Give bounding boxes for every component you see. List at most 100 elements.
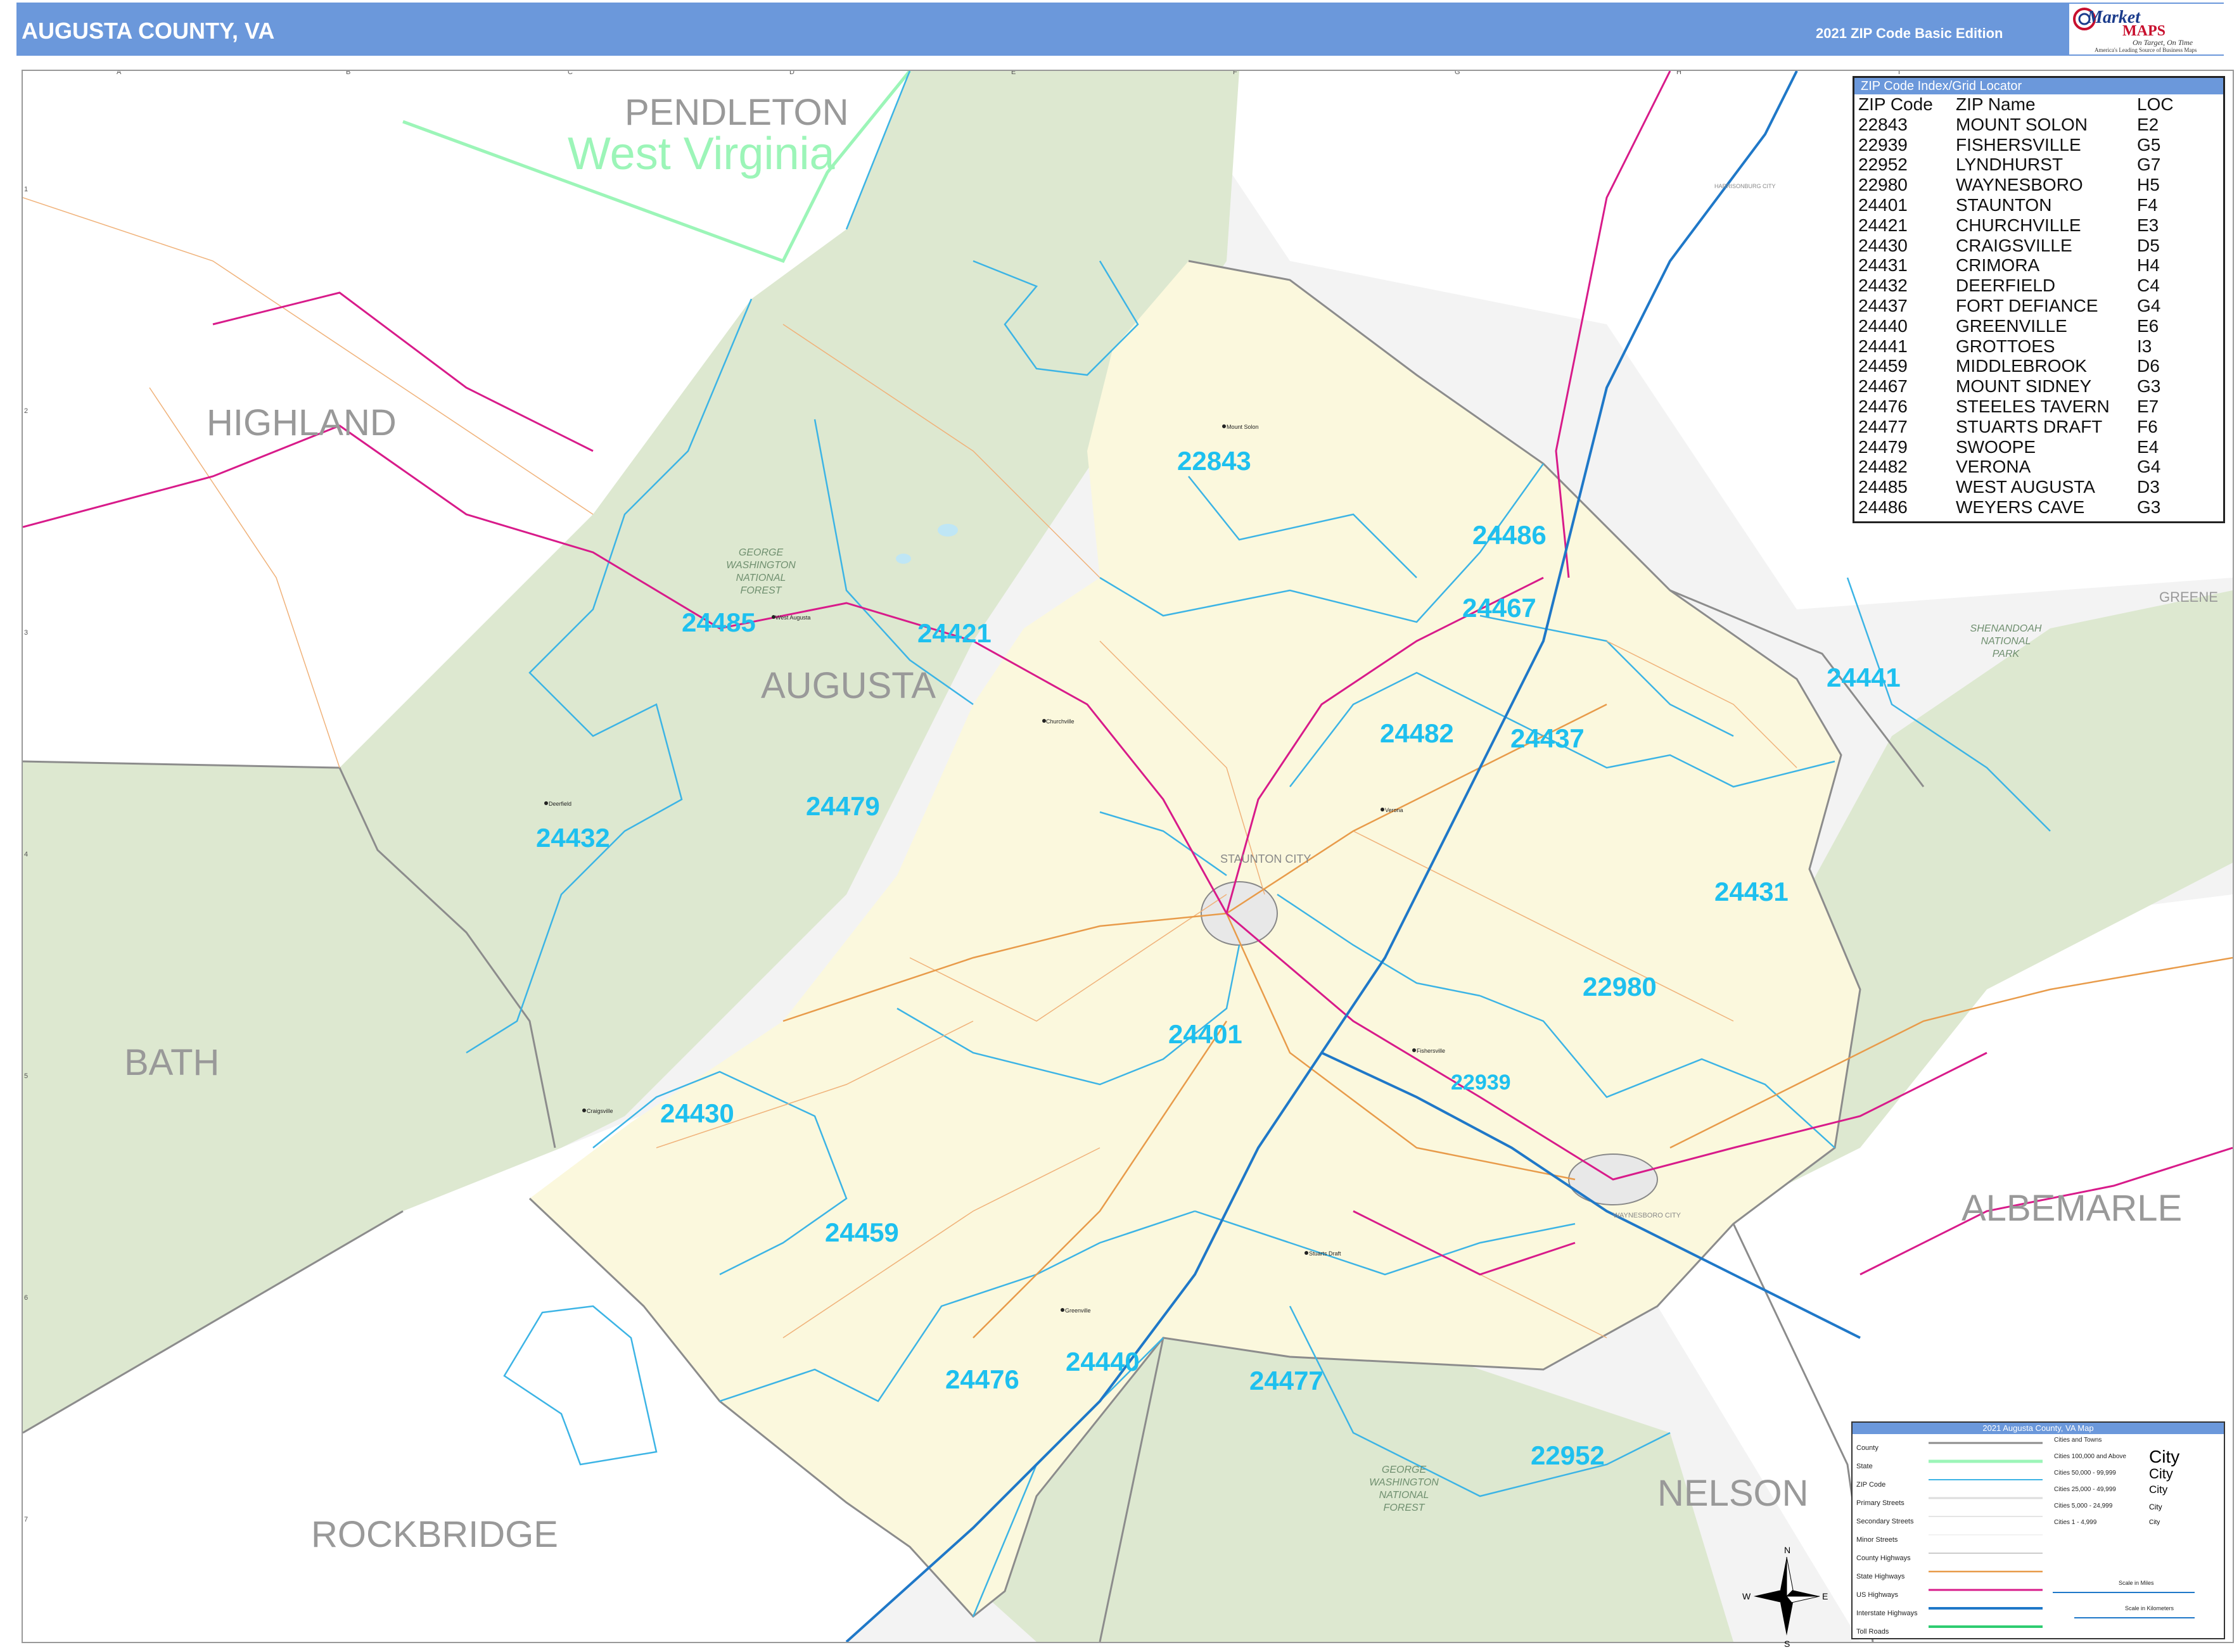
zip-label[interactable]: 22843 — [1177, 446, 1251, 476]
forest-label-line: NATIONAL — [736, 573, 786, 583]
region-label-highland: HIGHLAND — [207, 402, 397, 443]
zip-index-col-header: ZIP Name — [1956, 94, 2036, 114]
zip-label[interactable]: 24430 — [660, 1098, 734, 1128]
map-legend: 2021 Augusta County, VA Map County State… — [1851, 1421, 2225, 1639]
zip-name-cell: STAUNTON — [1956, 194, 2052, 215]
loc-cell: F6 — [2137, 416, 2158, 436]
zip-label[interactable]: 22980 — [1583, 972, 1657, 1001]
loc-cell: D6 — [2137, 356, 2160, 376]
legend-city-class: Cities 5,000 - 24,999 — [2054, 1503, 2113, 1509]
town-label: Fishersville — [1417, 1048, 1445, 1054]
grid-row-label: 3 — [24, 629, 28, 637]
region-label-rockbridge: ROCKBRIDGE — [311, 1514, 558, 1555]
forest-label-line: WASHINGTON — [1369, 1477, 1439, 1488]
grid-row-label: 4 — [24, 851, 28, 858]
forest-label-line: NATIONAL — [1379, 1490, 1429, 1501]
loc-cell: E4 — [2137, 436, 2159, 457]
zip-cell: 22843 — [1858, 114, 1908, 134]
zip-name-cell: MOUNT SIDNEY — [1956, 376, 2092, 397]
table-row: 24432 DEERFIELD C4 — [1858, 276, 2174, 296]
zip-label[interactable]: 24467 — [1462, 593, 1536, 623]
forest-label-line: WASHINGTON — [726, 560, 796, 571]
zip-label[interactable]: 22952 — [1531, 1440, 1605, 1470]
table-row: 22980 WAYNESBORO H5 — [1858, 175, 2174, 195]
loc-cell: H4 — [2137, 255, 2160, 276]
zip-name-cell: WEYERS CAVE — [1956, 497, 2085, 517]
zip-label[interactable]: 24431 — [1714, 877, 1789, 906]
zip-code-index: ZIP Code Index/Grid Locator ZIP Code ZIP… — [1853, 76, 2225, 523]
loc-cell: F4 — [2137, 194, 2158, 215]
zip-label[interactable]: 24486 — [1472, 520, 1547, 550]
zip-label[interactable]: 24476 — [945, 1364, 1019, 1394]
zip-name-cell: SWOOPE — [1956, 436, 2036, 457]
zip-cell: 24441 — [1858, 336, 1908, 356]
zip-cell: 24477 — [1858, 416, 1908, 436]
region-label-augusta: AUGUSTA — [761, 665, 936, 706]
loc-cell: E2 — [2137, 114, 2159, 134]
table-row: 24486 WEYERS CAVE G3 — [1858, 497, 2174, 518]
zip-name-cell: WEST AUGUSTA — [1956, 477, 2095, 497]
zip-cell: 24486 — [1858, 497, 1908, 517]
zip-label[interactable]: 24485 — [682, 607, 756, 637]
loc-cell: G3 — [2137, 497, 2161, 517]
zip-name-cell: CRIMORA — [1956, 255, 2040, 276]
zip-label[interactable]: 24437 — [1510, 723, 1585, 753]
zip-name-cell: CHURCHVILLE — [1956, 215, 2081, 235]
park-label-line: NATIONAL — [1981, 636, 2031, 647]
zip-name-cell: STEELES TAVERN — [1956, 396, 2110, 416]
forest-label-line: GEORGE — [739, 547, 784, 558]
grid-row-label: 6 — [24, 1294, 28, 1302]
zip-name-cell: MOUNT SOLON — [1956, 114, 2088, 134]
zip-label[interactable]: 24477 — [1249, 1366, 1324, 1395]
loc-cell: G7 — [2137, 155, 2161, 175]
zip-label[interactable]: 24482 — [1380, 718, 1454, 748]
zip-name-cell: FISHERSVILLE — [1956, 134, 2081, 155]
zip-cell: 24482 — [1858, 457, 1908, 477]
zip-label[interactable]: 24479 — [806, 791, 880, 821]
zip-cell: 24459 — [1858, 356, 1908, 376]
table-row: 24459 MIDDLEBROOK D6 — [1858, 356, 2174, 376]
town-label: West Augusta — [775, 614, 810, 621]
loc-cell: D5 — [2137, 235, 2160, 255]
town-label: Verona — [1385, 807, 1403, 813]
zip-label[interactable]: 24440 — [1066, 1347, 1140, 1376]
loc-cell: C4 — [2137, 276, 2160, 296]
zip-label[interactable]: 24441 — [1827, 663, 1901, 692]
compass-w: W — [1742, 1591, 1751, 1601]
zip-label[interactable]: 24421 — [917, 618, 992, 648]
zip-cell: 24467 — [1858, 376, 1908, 397]
zip-label[interactable]: 24459 — [825, 1217, 899, 1247]
compass-s: S — [1784, 1639, 1790, 1649]
legend-city-class: Cities 25,000 - 49,999 — [2054, 1486, 2116, 1493]
loc-cell: D3 — [2137, 477, 2160, 497]
legend-item: US Highways — [1856, 1591, 1899, 1599]
legend-scale-miles: Scale in Miles — [2119, 1580, 2154, 1586]
legend-city-sample: City — [2149, 1447, 2180, 1466]
zip-label[interactable]: 24432 — [536, 823, 610, 853]
grid-col-label: G — [1455, 71, 1460, 76]
table-row: 24421 CHURCHVILLE E3 — [1858, 215, 2174, 236]
city-label-waynesboro: WAYNESBORO CITY — [1613, 1212, 1681, 1219]
loc-cell: E6 — [2137, 315, 2159, 336]
grid-row-label: 1 — [24, 186, 28, 193]
zip-label[interactable]: 24401 — [1168, 1019, 1242, 1049]
table-row: 24437 FORT DEFIANCE G4 — [1858, 296, 2174, 316]
zip-name-cell: DEERFIELD — [1956, 276, 2056, 296]
logo-subtagline: America's Leading Source of Business Map… — [2095, 47, 2197, 53]
zip-cell: 24431 — [1858, 255, 1908, 276]
legend-title: 2021 Augusta County, VA Map — [1853, 1423, 2224, 1434]
table-row: 24440 GREENVILLE E6 — [1858, 316, 2174, 336]
legend-city-class: Cities 1 - 4,999 — [2054, 1519, 2097, 1526]
region-label-pendleton: PENDLETON — [625, 92, 848, 133]
legend-item: Minor Streets — [1856, 1536, 1898, 1544]
loc-cell: G4 — [2137, 457, 2161, 477]
grid-col-label: I — [1898, 71, 1900, 76]
zip-label[interactable]: 22939 — [1451, 1071, 1511, 1095]
legend-item: County — [1856, 1444, 1879, 1452]
town-label: Greenville — [1065, 1307, 1091, 1314]
logo-word-maps: MAPS — [2122, 23, 2166, 39]
zip-cell: 24476 — [1858, 396, 1908, 416]
legend-item: Primary Streets — [1856, 1499, 1904, 1507]
legend-item: State Highways — [1856, 1573, 1905, 1580]
legend-city-sample: City — [2149, 1519, 2160, 1526]
